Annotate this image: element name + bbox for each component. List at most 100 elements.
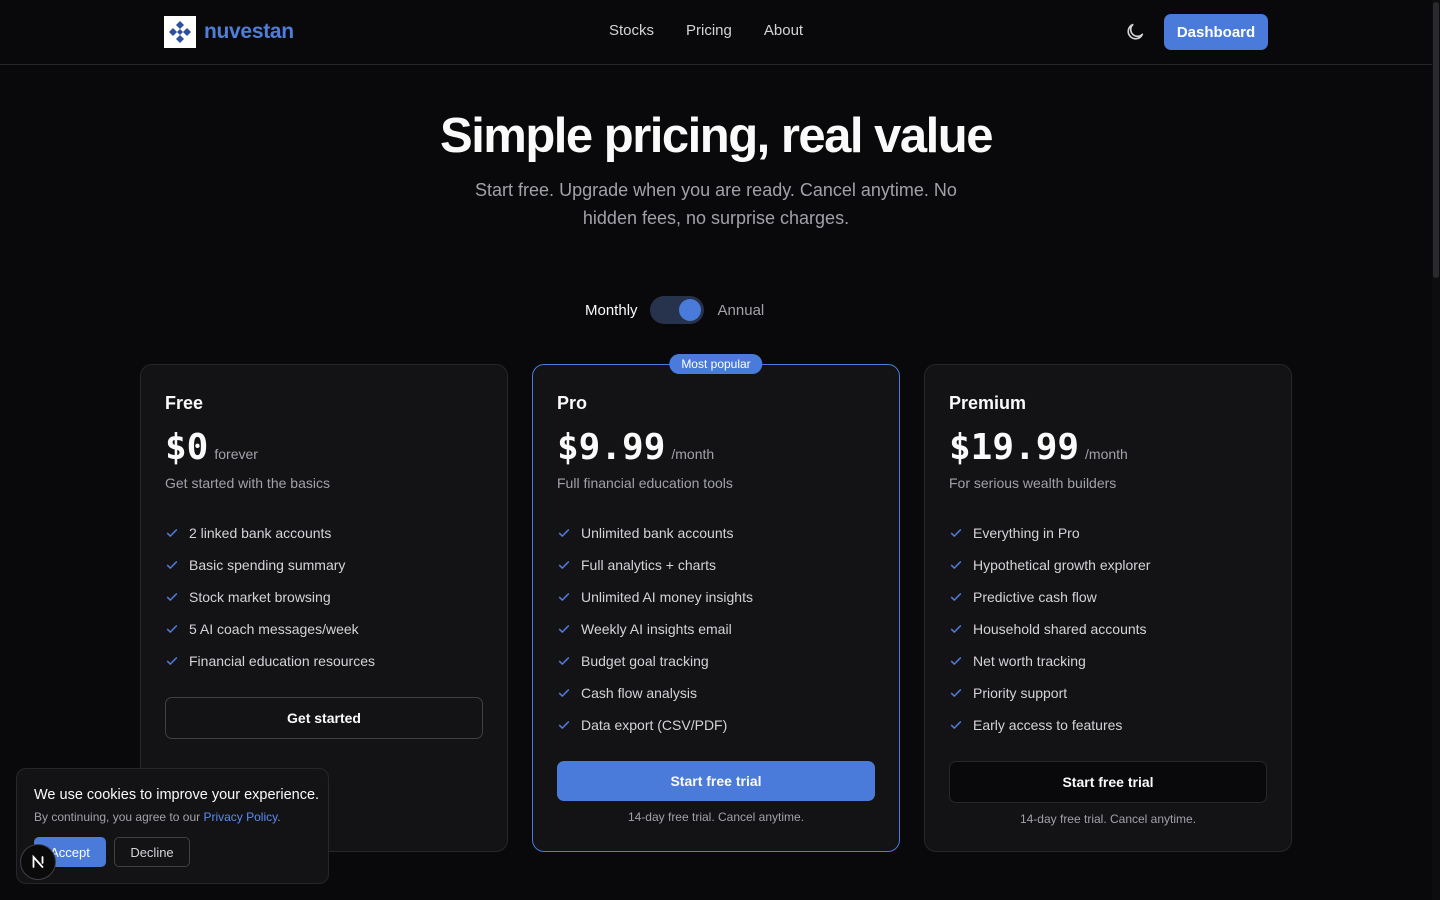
list-item: Everything in Pro (949, 517, 1150, 549)
list-item: Net worth tracking (949, 645, 1150, 677)
decline-cookies-button[interactable]: Decline (114, 837, 190, 867)
list-item: Weekly AI insights email (557, 613, 753, 645)
check-icon (558, 657, 570, 665)
check-icon (166, 561, 178, 569)
start-free-trial-button[interactable]: Start free trial (949, 761, 1267, 803)
cookie-consent-text: By continuing, you agree to our (34, 810, 201, 824)
check-icon (558, 721, 570, 729)
check-icon (558, 593, 570, 601)
plan-description: For serious wealth builders (949, 475, 1117, 491)
page-scrollbar[interactable] (1432, 0, 1440, 900)
page-title: Simple pricing, real value (440, 109, 993, 163)
feature-list: 2 linked bank accounts Basic spending su… (165, 517, 375, 677)
list-item: Unlimited AI money insights (557, 581, 753, 613)
check-icon (558, 625, 570, 633)
feature-label: Financial education resources (189, 653, 375, 669)
nav-link-pricing[interactable]: Pricing (686, 22, 732, 39)
feature-label: 5 AI coach messages/week (189, 621, 359, 637)
get-started-button[interactable]: Get started (165, 697, 483, 739)
feature-label: Hypothetical growth explorer (973, 557, 1151, 573)
plan-card-premium: Premium $19.99 /month For serious wealth… (924, 364, 1292, 852)
logo-icon (164, 16, 196, 48)
plan-price: $9.99 /month (557, 427, 714, 468)
check-icon (950, 529, 962, 537)
feature-label: Everything in Pro (973, 525, 1080, 541)
check-icon (558, 689, 570, 697)
check-icon (950, 561, 962, 569)
list-item: Early access to features (949, 709, 1150, 741)
check-icon (950, 689, 962, 697)
price-period: /month (1085, 446, 1128, 462)
list-item: Financial education resources (165, 645, 375, 677)
check-icon (166, 593, 178, 601)
feature-label: Budget goal tracking (581, 653, 709, 669)
list-item: Hypothetical growth explorer (949, 549, 1150, 581)
plan-price: $19.99 /month (949, 427, 1128, 468)
check-icon (950, 625, 962, 633)
theme-toggle-button[interactable] (1124, 21, 1146, 43)
main-nav: Stocks Pricing About (609, 22, 835, 39)
check-icon (950, 721, 962, 729)
price-period: forever (214, 446, 258, 462)
cookie-text: By continuing, you agree to our Privacy … (34, 810, 281, 824)
check-icon (166, 625, 178, 633)
check-icon (166, 657, 178, 665)
plan-name: Premium (949, 393, 1027, 413)
billing-period-toggle: Monthly Annual (585, 296, 764, 324)
brand-logo[interactable]: nuvestan (164, 16, 294, 48)
feature-label: Stock market browsing (189, 589, 331, 605)
feature-label: Unlimited bank accounts (581, 525, 734, 541)
start-free-trial-button[interactable]: Start free trial (557, 761, 875, 801)
price-amount: $0 (165, 427, 209, 468)
feature-label: Cash flow analysis (581, 685, 697, 701)
feature-label: Unlimited AI money insights (581, 589, 753, 605)
most-popular-badge: Most popular (669, 354, 763, 374)
site-header: nuvestan Stocks Pricing About Dashboard (0, 0, 1432, 65)
dashboard-button[interactable]: Dashboard (1164, 14, 1268, 50)
nav-link-stocks[interactable]: Stocks (609, 22, 654, 39)
list-item: Basic spending summary (165, 549, 375, 581)
plan-description: Full financial education tools (557, 475, 733, 491)
dev-tools-button[interactable] (20, 844, 56, 880)
privacy-policy-link[interactable]: Privacy Policy (203, 810, 277, 824)
list-item: Household shared accounts (949, 613, 1150, 645)
check-icon (950, 657, 962, 665)
price-amount: $19.99 (949, 427, 1080, 468)
list-item: Cash flow analysis (557, 677, 753, 709)
list-item: Data export (CSV/PDF) (557, 709, 753, 741)
list-item: Stock market browsing (165, 581, 375, 613)
feature-label: Full analytics + charts (581, 557, 716, 573)
next-n-icon (32, 854, 44, 868)
trial-note: 14-day free trial. Cancel anytime. (627, 810, 805, 824)
list-item: Predictive cash flow (949, 581, 1150, 613)
feature-label: 2 linked bank accounts (189, 525, 332, 541)
check-icon (950, 593, 962, 601)
price-amount: $9.99 (557, 427, 666, 468)
brand-name: nuvestan (204, 20, 294, 43)
nav-link-about[interactable]: About (764, 22, 803, 39)
check-icon (558, 561, 570, 569)
billing-annual-label[interactable]: Annual (718, 302, 765, 319)
scrollbar-thumb[interactable] (1433, 2, 1439, 278)
plan-name: Free (165, 393, 204, 413)
billing-monthly-label[interactable]: Monthly (585, 302, 638, 319)
billing-switch[interactable] (649, 296, 704, 324)
plan-card-pro: Most popular Pro $9.99 /month Full finan… (532, 354, 900, 852)
page-subtitle: Start free. Upgrade when you are ready. … (475, 180, 957, 228)
list-item: Unlimited bank accounts (557, 517, 753, 549)
feature-label: Predictive cash flow (973, 589, 1097, 605)
list-item: 2 linked bank accounts (165, 517, 375, 549)
list-item: 5 AI coach messages/week (165, 613, 375, 645)
feature-label: Net worth tracking (973, 653, 1086, 669)
check-icon (558, 529, 570, 537)
feature-label: Basic spending summary (189, 557, 346, 573)
cookie-period: . (277, 810, 281, 824)
price-period: /month (671, 446, 715, 462)
check-icon (166, 529, 178, 537)
moon-icon (1127, 23, 1144, 40)
feature-list: Unlimited bank accounts Full analytics +… (557, 517, 753, 741)
list-item: Full analytics + charts (557, 549, 753, 581)
cookie-banner: We use cookies to improve your experienc… (16, 768, 329, 884)
feature-label: Priority support (973, 685, 1068, 701)
billing-switch-knob (678, 299, 701, 321)
